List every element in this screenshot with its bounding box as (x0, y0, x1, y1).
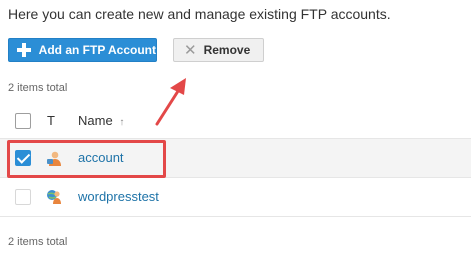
annotation-arrow-icon (155, 78, 186, 126)
